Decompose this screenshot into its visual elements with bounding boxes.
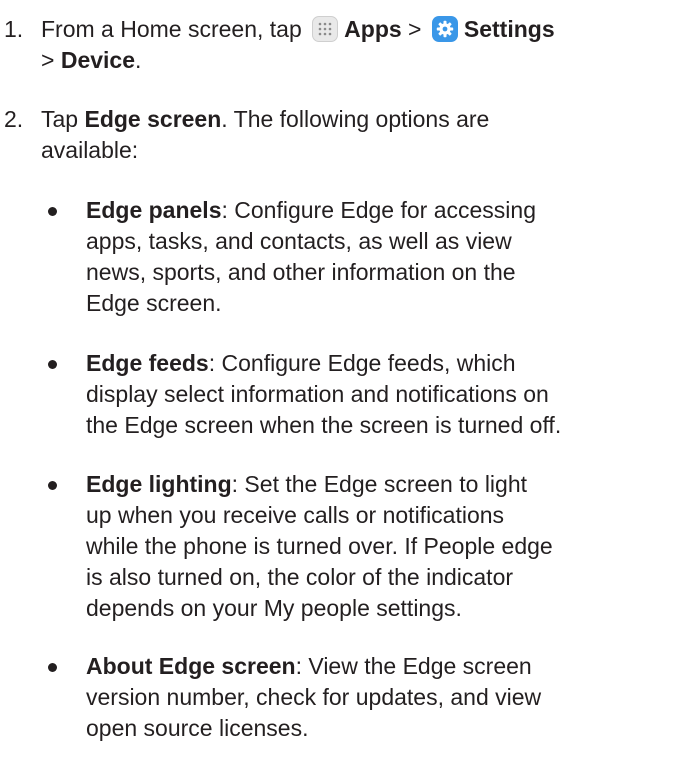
step-2-rest-line2: available: [41, 137, 139, 163]
option-desc-line: the Edge screen when the screen is turne… [86, 412, 562, 438]
option-desc-line: Edge screen. [86, 290, 222, 316]
option-term: Edge panels [86, 197, 222, 223]
settings-label: Settings [463, 16, 555, 42]
instruction-page: 1. From a Home screen, tap Apps > Settin… [0, 0, 683, 778]
list-item: Edge feeds: Configure Edge feeds, which … [48, 348, 666, 441]
step-number: 2. [4, 106, 24, 132]
step-1-prefix: From a Home screen, tap [41, 16, 302, 42]
step-number: 1. [4, 16, 24, 42]
menu-separator: > [41, 47, 55, 73]
option-desc-line: : Configure Edge feeds, which [208, 350, 516, 376]
bullet-dot [48, 481, 57, 490]
bullet-dot [48, 663, 57, 672]
edge-screen-label: Edge screen [84, 106, 222, 132]
list-item: Edge panels: Configure Edge for accessin… [48, 195, 666, 319]
bullet-dot [48, 360, 57, 369]
step-text: Tap Edge screen. The following options a… [41, 104, 671, 166]
option-term: Edge lighting [86, 471, 232, 497]
option-desc-line: display select information and notificat… [86, 381, 549, 407]
option-desc-line: up when you receive calls or notificatio… [86, 502, 505, 528]
option-desc-line: apps, tasks, and contacts, as well as vi… [86, 228, 512, 254]
list-item: About Edge screen: View the Edge screen … [48, 651, 666, 744]
step-2-rest-line1: . The following options are [221, 106, 490, 132]
option-desc-line: while the phone is turned over. If Peopl… [86, 533, 553, 559]
step-text: From a Home screen, tap Apps > Settings … [41, 14, 671, 76]
option-term: About Edge screen [86, 653, 296, 679]
option-desc-line: depends on your My people settings. [86, 595, 462, 621]
option-desc-line: news, sports, and other information on t… [86, 259, 516, 285]
settings-gear-icon [431, 16, 458, 42]
option-term: Edge feeds [86, 350, 209, 376]
bullet-dot [48, 207, 57, 216]
menu-separator: > [408, 16, 422, 42]
step-2-tap: Tap [41, 106, 79, 132]
option-desc-line: : Set the Edge screen to light [231, 471, 528, 497]
apps-grid-icon [312, 16, 339, 42]
option-desc-line: open source licenses. [86, 715, 309, 741]
option-desc-line: is also turned on, the color of the indi… [86, 564, 514, 590]
apps-label: Apps [344, 16, 402, 42]
list-item: Edge lighting: Set the Edge screen to li… [48, 469, 666, 624]
option-desc-line: : View the Edge screen [295, 653, 532, 679]
device-label: Device [60, 47, 135, 73]
option-desc-line: : Configure Edge for accessing [221, 197, 536, 223]
option-desc-line: version number, check for updates, and v… [86, 684, 542, 710]
step-1-end: . [135, 47, 142, 73]
